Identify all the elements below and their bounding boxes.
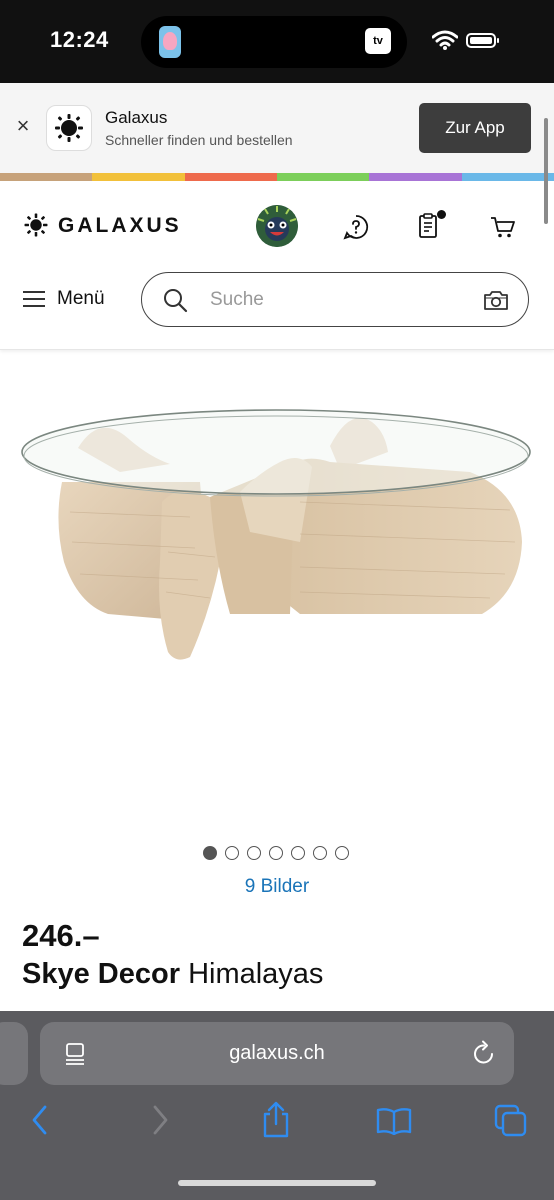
stripe-segment (0, 173, 93, 181)
notification-dot (437, 210, 446, 219)
galaxus-app-logo (46, 105, 92, 151)
carousel-dot[interactable] (335, 846, 349, 860)
galaxus-logo-icon[interactable] (22, 211, 50, 239)
help-icon[interactable] (343, 214, 369, 240)
site-header: GALAXUS Menü (0, 181, 554, 350)
back-arrow-icon[interactable] (30, 1104, 50, 1136)
wifi-icon (432, 30, 458, 50)
close-icon[interactable]: × (12, 115, 34, 137)
forward-arrow-icon[interactable] (150, 1104, 170, 1136)
status-bar: 12:24 tv (0, 0, 554, 83)
search-input[interactable] (208, 285, 472, 315)
dynamic-island: tv (141, 16, 407, 68)
banner-subtitle: Schneller finden und bestellen (105, 132, 293, 148)
carousel-dot[interactable] (313, 846, 327, 860)
brand-color-stripe (0, 173, 554, 181)
carousel-dot[interactable] (203, 846, 217, 860)
search-icon[interactable] (162, 287, 188, 313)
scroll-indicator (544, 118, 548, 224)
home-indicator (178, 1180, 376, 1186)
hamburger-menu-icon (23, 291, 45, 307)
image-count-link[interactable]: 9 Bilder (0, 876, 554, 898)
battery-icon (466, 33, 499, 48)
carousel-dot[interactable] (247, 846, 261, 860)
camera-icon[interactable] (483, 289, 509, 311)
stripe-segment (461, 173, 554, 181)
stripe-segment (184, 173, 277, 181)
smart-app-banner: × Galaxus Schneller finden und bestellen… (0, 83, 554, 173)
apple-tv-label: tv (373, 35, 383, 47)
product-name: Himalayas (188, 958, 324, 990)
now-playing-app-icon (159, 26, 181, 58)
product-image[interactable] (0, 352, 554, 832)
tabs-icon[interactable] (494, 1104, 528, 1138)
product-price: 246.– (22, 918, 100, 953)
url-text: galaxus.ch (229, 1042, 325, 1064)
banner-title: Galaxus (105, 108, 168, 127)
product-brand[interactable]: Skye Decor (22, 958, 180, 990)
carousel-dot[interactable] (225, 846, 239, 860)
apple-tv-icon: tv (365, 28, 391, 54)
clock: 12:24 (50, 27, 109, 52)
mascot-avatar-icon[interactable] (256, 205, 298, 247)
carousel-dot[interactable] (269, 846, 283, 860)
stripe-segment (276, 173, 370, 181)
share-icon[interactable] (260, 1101, 292, 1139)
address-bar[interactable]: galaxus.ch (40, 1022, 514, 1085)
image-carousel-dots[interactable] (203, 846, 349, 860)
menu-label: Menü (57, 288, 105, 309)
open-app-button[interactable]: Zur App (419, 103, 531, 153)
stripe-segment (369, 173, 462, 181)
stripe-segment (92, 173, 185, 181)
previous-tab-preview[interactable] (0, 1022, 28, 1085)
cart-icon[interactable] (490, 215, 516, 239)
menu-button[interactable]: Menü (22, 285, 122, 315)
bookmarks-icon[interactable] (376, 1107, 412, 1135)
brand-wordmark[interactable]: GALAXUS (58, 214, 182, 238)
reload-icon[interactable] (472, 1040, 496, 1066)
browser-toolbar: galaxus.ch (0, 1011, 554, 1200)
product-title: Skye Decor Himalayas (22, 958, 323, 991)
search-bar[interactable] (141, 272, 529, 327)
carousel-dot[interactable] (291, 846, 305, 860)
